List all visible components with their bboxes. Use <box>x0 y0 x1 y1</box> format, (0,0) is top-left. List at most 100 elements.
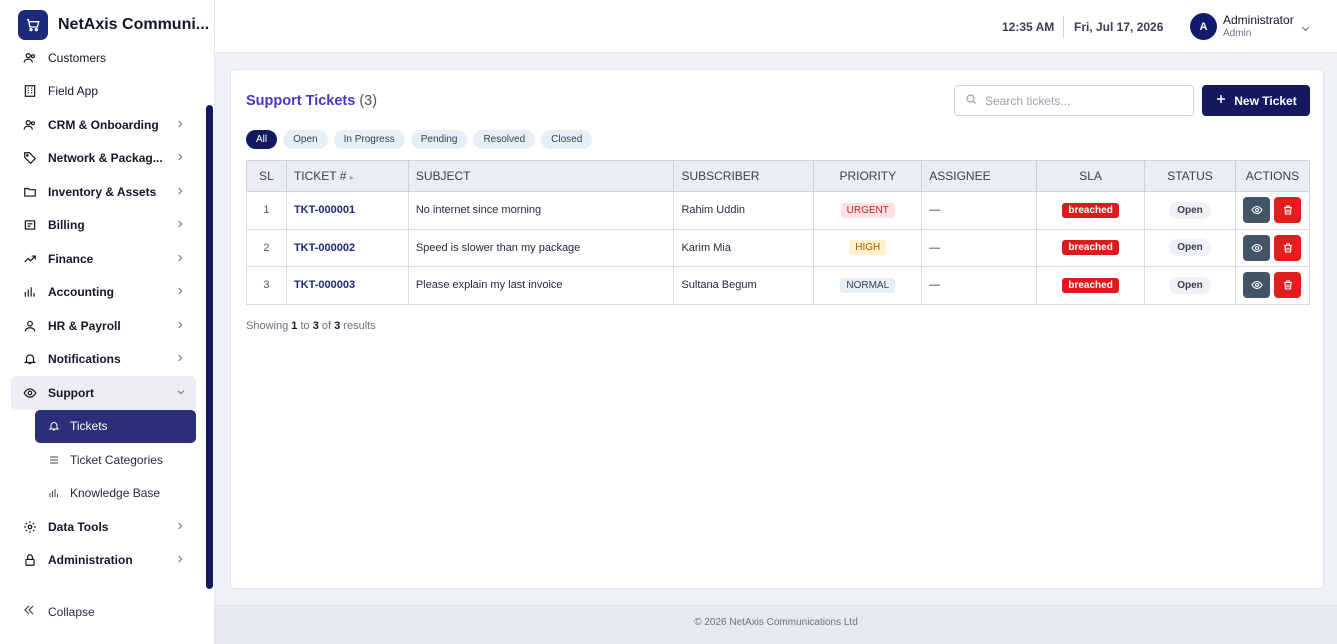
cell-subscriber: Rahim Uddin <box>673 191 815 230</box>
cell-assignee: — <box>921 228 1038 267</box>
sidebar-subitem-label: Ticket Categories <box>70 452 163 467</box>
showing-total: 3 <box>334 320 341 332</box>
sidebar-item-billing[interactable]: Billing <box>0 209 215 243</box>
sidebar-item-support[interactable]: Support <box>11 376 196 410</box>
chevron-down-icon <box>176 386 186 400</box>
brand-name: NetAxis Communi... <box>58 16 210 33</box>
column-header-subscriber: SUBSCRIBER <box>673 160 815 192</box>
chevron-right-icon <box>175 118 185 132</box>
footer: © 2026 NetAxis Communications Ltd <box>215 605 1337 644</box>
users-icon <box>22 117 37 132</box>
chevron-right-icon <box>175 520 185 534</box>
column-header-assignee: ASSIGNEE <box>921 160 1038 192</box>
bell-icon <box>22 352 37 367</box>
cell-ticket-link[interactable]: TKT-000002 <box>285 228 409 267</box>
double-chevron-left-icon <box>22 603 36 620</box>
filter-all[interactable]: All <box>246 130 278 149</box>
tag-icon <box>22 151 37 166</box>
cell-subject: Please explain my last invoice <box>407 266 675 305</box>
sidebar-item-label: HR & Payroll <box>48 318 121 333</box>
filter-closed[interactable]: Closed <box>541 130 593 149</box>
cell-sl: 1 <box>246 191 287 230</box>
filter-open[interactable]: Open <box>283 130 328 149</box>
sidebar-item-accounting[interactable]: Accounting <box>0 276 215 310</box>
view-button[interactable] <box>1243 197 1271 224</box>
sidebar-item-customers[interactable]: Customers <box>0 41 215 75</box>
collapse-label: Collapse <box>48 604 95 619</box>
sidebar-item-label: CRM & Onboarding <box>48 117 159 132</box>
cell-subject: Speed is slower than my package <box>407 228 675 267</box>
sidebar: NetAxis Communi... Customers Field App C… <box>0 0 215 644</box>
sidebar-item-field-app[interactable]: Field App <box>0 75 215 109</box>
cell-priority: NORMAL <box>813 266 923 305</box>
priority-badge: HIGH <box>849 240 887 256</box>
chevron-right-icon <box>175 319 185 333</box>
view-button[interactable] <box>1243 272 1271 299</box>
view-button[interactable] <box>1243 234 1271 261</box>
sidebar-item-notifications[interactable]: Notifications <box>0 343 215 377</box>
search-input[interactable] <box>985 93 1185 108</box>
sidebar-item-label: Finance <box>48 251 94 266</box>
delete-button[interactable] <box>1274 197 1302 224</box>
cart-icon <box>18 10 48 40</box>
sla-badge: breached <box>1062 202 1119 218</box>
new-ticket-button[interactable]: New Ticket <box>1202 85 1310 116</box>
tickets-card: Support Tickets (3) New Ticket All Open … <box>230 69 1324 589</box>
sidebar-item-label: Accounting <box>48 285 114 300</box>
sidebar-item-finance[interactable]: Finance <box>0 242 215 276</box>
sidebar-subitem-knowledge-base[interactable]: Knowledge Base <box>0 477 215 511</box>
delete-button[interactable] <box>1274 234 1302 261</box>
column-header-ticket[interactable]: TICKET # ▸ <box>285 160 409 192</box>
building-icon <box>22 84 37 99</box>
table-row: 3 TKT-000003 Please explain my last invo… <box>246 266 1311 305</box>
table-row: 2 TKT-000002 Speed is slower than my pac… <box>246 228 1311 267</box>
search-box[interactable] <box>954 85 1194 116</box>
chevron-right-icon <box>175 252 185 266</box>
delete-button[interactable] <box>1274 272 1302 299</box>
sidebar-item-data-tools[interactable]: Data Tools <box>0 510 215 544</box>
cell-status: Open <box>1144 191 1236 230</box>
sidebar-subitem-tickets[interactable]: Tickets <box>35 409 196 443</box>
avatar[interactable]: A <box>1190 13 1217 40</box>
sidebar-item-label: Administration <box>48 553 133 568</box>
sla-badge: breached <box>1062 240 1119 256</box>
sidebar-scrollbar[interactable] <box>206 105 213 589</box>
ticket-count: (3) <box>359 93 378 109</box>
status-badge: Open <box>1169 239 1211 257</box>
trash-icon <box>1283 205 1292 215</box>
filter-pending[interactable]: Pending <box>410 130 468 149</box>
priority-badge: NORMAL <box>840 277 896 293</box>
plus-icon <box>1215 93 1227 108</box>
cell-ticket-link[interactable]: TKT-000003 <box>285 266 409 305</box>
topbar: 12:35 AM Fri, Jul 17, 2026 A Administrat… <box>215 0 1337 53</box>
sidebar-item-label: Notifications <box>48 352 121 367</box>
sidebar-item-crm[interactable]: CRM & Onboarding <box>0 108 215 142</box>
collapse-button[interactable]: Collapse <box>22 603 95 620</box>
sla-badge: breached <box>1062 277 1119 293</box>
sidebar-item-administration[interactable]: Administration <box>0 544 215 578</box>
cell-actions <box>1234 266 1311 305</box>
filter-in-progress[interactable]: In Progress <box>333 130 405 149</box>
sidebar-item-network[interactable]: Network & Packag... <box>0 142 215 176</box>
cell-sl: 2 <box>246 228 287 267</box>
user-icon <box>22 318 37 333</box>
cell-sl: 3 <box>246 266 287 305</box>
sidebar-nav: Customers Field App CRM & Onboarding Net… <box>0 41 215 577</box>
sidebar-item-hr-payroll[interactable]: HR & Payroll <box>0 309 215 343</box>
filter-resolved[interactable]: Resolved <box>473 130 536 149</box>
column-header-sl: SL <box>246 160 287 192</box>
cell-sla: breached <box>1036 191 1146 230</box>
chevron-down-icon[interactable] <box>1300 21 1311 39</box>
bar-chart-icon <box>46 486 61 501</box>
cell-ticket-link[interactable]: TKT-000001 <box>285 191 409 230</box>
cell-actions <box>1234 228 1311 267</box>
sidebar-item-inventory[interactable]: Inventory & Assets <box>0 175 215 209</box>
user-name[interactable]: Administrator <box>1223 13 1294 27</box>
column-header-sla: SLA <box>1036 160 1146 192</box>
sidebar-subitem-ticket-categories[interactable]: Ticket Categories <box>0 443 215 477</box>
tickets-table: SL TICKET # ▸ SUBJECT SUBSCRIBER PRIORIT… <box>246 160 1311 305</box>
sidebar-subitem-label: Tickets <box>70 419 108 434</box>
sidebar-subitem-label: Knowledge Base <box>70 486 161 501</box>
sort-icon: ▸ <box>349 173 354 182</box>
cell-subscriber: Sultana Begum <box>673 266 815 305</box>
